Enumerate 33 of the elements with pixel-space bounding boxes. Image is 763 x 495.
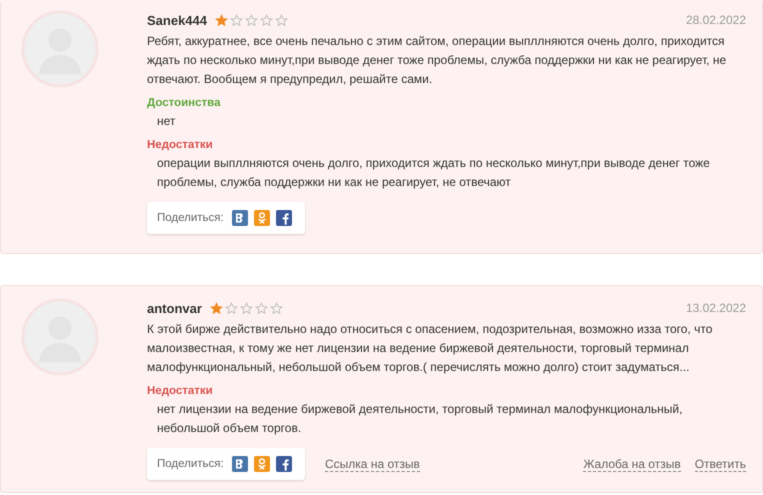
social-icon[interactable] [276,456,292,472]
action-link[interactable]: Ответить [694,456,746,472]
review-link[interactable]: Ссылка на отзыв [325,456,420,472]
star-icon [270,302,283,314]
section-title: Достоинства [147,97,222,109]
review-date: 28.02.2022 [686,13,746,27]
star-icon [210,302,223,314]
social-icon[interactable] [232,456,248,472]
avatar-icon [21,298,99,376]
section-title: Недостатки [147,139,214,151]
section-text: операции выпллняются очень долго, приходится ждать по несколько минут,при выводе денег тоже проблемы, служба поддержки ни как не реагирует, не отвечают [157,155,711,191]
review-date: 13.02.2022 [686,301,746,315]
section-text: нет лицензии на ведение биржевой деятельности, торговый терминал малофункциональный, небольшой объем торгов. [157,401,684,437]
star-icon [240,302,253,314]
author-name[interactable]: Sanek444 [147,12,207,28]
star-icon [260,14,273,26]
star-icon [254,302,268,314]
review-text: Ребят, аккуратнее, все очень печально с этим сайтом, операции выпллняются очень долго, приходится ждать по несколько минут,при выводе денег тоже проблемы, служба поддержки ни как не реагирует, не отвечают. Вообщем я предупредил, решайте сами. [147,33,728,88]
star-icon [215,14,228,26]
star-icon [245,14,258,26]
section-text: нет [157,113,176,130]
share-label: Поделиться: [157,458,224,470]
author-name[interactable]: antonvar [147,300,202,316]
share-label: Поделиться: [157,212,224,224]
star-icon [275,14,288,26]
review-text: К этой бирже действительно надо относиться с опасением, подозрительная, возможно изза того, что малоизвестная, к тому же нет лицензии на ведение биржевой деятельности, торговый терминал малофункциональный, небольшой объем торгов.( перечислять можно долго) стоит задуматься... [147,321,714,376]
action-link[interactable]: Жалоба на отзыв [583,456,681,472]
section-title: Недостатки [147,385,214,397]
avatar-icon [21,10,99,88]
social-icon[interactable] [276,210,292,226]
star-icon [224,302,238,314]
star-icon [230,14,243,26]
social-icon[interactable] [232,210,248,226]
